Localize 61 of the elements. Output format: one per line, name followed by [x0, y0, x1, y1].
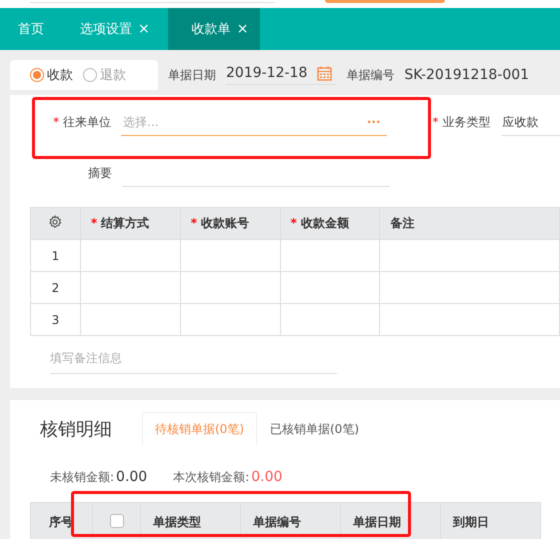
- table-cell[interactable]: [280, 304, 380, 336]
- row-number: 2: [30, 272, 80, 304]
- column-header: * 收款金额: [280, 208, 380, 240]
- amount-label: 未核销金额:: [50, 470, 114, 484]
- tab[interactable]: 首页: [0, 8, 62, 50]
- document-number: SK-20191218-001: [404, 67, 530, 83]
- section-title: 核销明细: [40, 418, 112, 441]
- radio-option[interactable]: 退款: [83, 66, 126, 84]
- date-field[interactable]: 2019-12-18: [226, 65, 336, 85]
- table-cell[interactable]: [80, 272, 180, 304]
- table-cell[interactable]: [380, 272, 560, 304]
- radio-option[interactable]: 收款: [30, 66, 73, 84]
- tab[interactable]: 已核销单据(0笔): [257, 412, 372, 446]
- table-cell[interactable]: [180, 240, 280, 272]
- column-header: * 收款账号: [180, 208, 280, 240]
- column-header: 到期日: [440, 502, 540, 539]
- required-mark: *: [432, 115, 439, 129]
- partner-field[interactable]: 选择... ···: [121, 110, 387, 136]
- close-icon[interactable]: ×: [138, 21, 150, 37]
- tab[interactable]: 收款单 ×: [168, 8, 260, 50]
- column-header: 单据类型: [140, 502, 240, 539]
- row-number: 1: [30, 240, 80, 272]
- required-mark: *: [190, 216, 197, 230]
- amount-value: 0.00: [116, 469, 148, 485]
- tab[interactable]: 选项设置 ×: [62, 8, 168, 50]
- more-icon[interactable]: ···: [366, 115, 381, 129]
- table-cell[interactable]: [280, 272, 380, 304]
- column-header: 单据日期: [340, 502, 440, 539]
- close-icon[interactable]: ×: [236, 21, 248, 37]
- field-label: * 业务类型: [432, 114, 492, 131]
- required-mark: *: [290, 216, 297, 230]
- table-cell[interactable]: [280, 240, 380, 272]
- amount-label: 本次核销金额:: [173, 470, 250, 484]
- checkbox[interactable]: [110, 514, 124, 528]
- radio-icon[interactable]: [30, 68, 44, 82]
- field-label: 摘要: [87, 165, 113, 182]
- tab[interactable]: 待核销单据(0笔): [142, 412, 257, 446]
- radio-icon[interactable]: [83, 68, 97, 82]
- table-cell[interactable]: [80, 304, 180, 336]
- column-header: * 结算方式: [80, 208, 180, 240]
- column-header: 序号: [30, 502, 92, 539]
- column-header: 备注: [380, 208, 560, 240]
- search-field[interactable]: [30, 0, 275, 3]
- table-cell[interactable]: [180, 304, 280, 336]
- field-label: * 往来单位: [52, 114, 112, 131]
- business-type-field[interactable]: 应收款: [500, 110, 560, 136]
- table-cell[interactable]: [380, 240, 560, 272]
- note-field[interactable]: 填写备注信息: [50, 350, 337, 374]
- table-cell[interactable]: [80, 240, 180, 272]
- settings-icon[interactable]: [48, 215, 62, 229]
- required-mark: *: [90, 216, 98, 230]
- required-mark: *: [53, 115, 60, 129]
- action-button[interactable]: [325, 0, 445, 3]
- field-label: 单据日期: [168, 66, 216, 84]
- row-number: 3: [30, 304, 80, 336]
- column-header: 单据编号: [240, 502, 340, 539]
- table-cell[interactable]: [380, 304, 560, 336]
- table-cell[interactable]: [180, 272, 280, 304]
- field-label: 单据编号: [346, 66, 394, 84]
- amount-value: 0.00: [251, 469, 282, 485]
- calendar-icon[interactable]: [317, 66, 332, 80]
